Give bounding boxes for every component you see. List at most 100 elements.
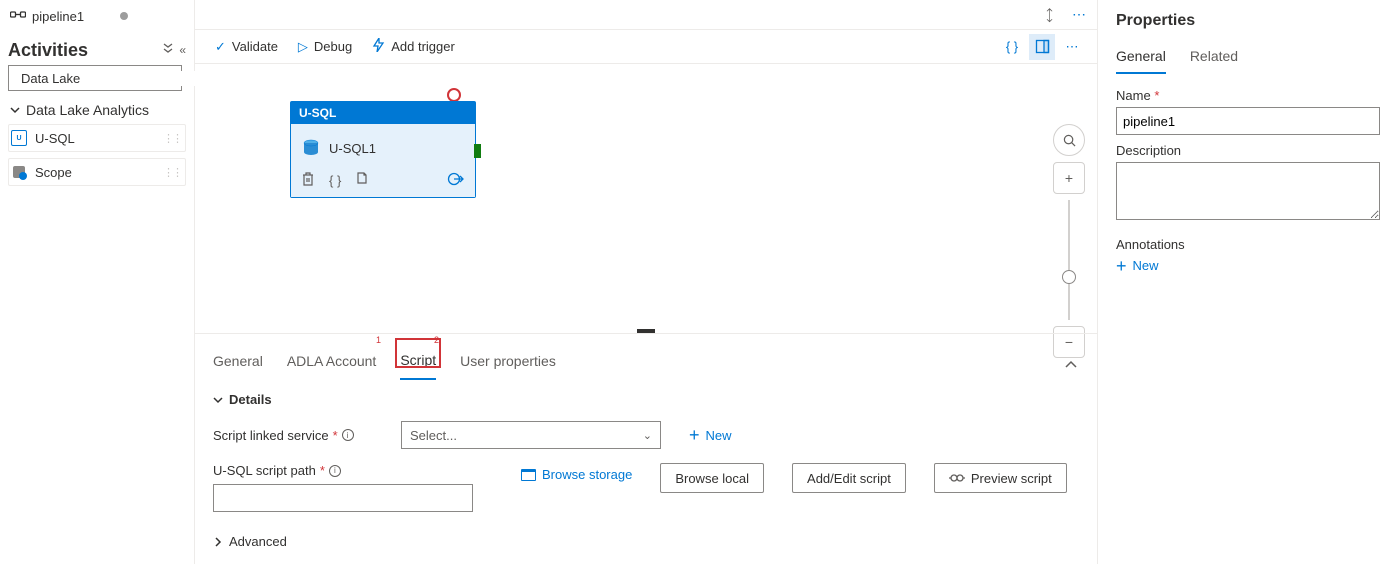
activities-sidebar: pipeline1 Activities « Data Lake Analyti… — [0, 0, 195, 564]
plus-icon: + — [689, 429, 700, 441]
callout-2: 2 — [434, 335, 439, 345]
activity-item-label: U-SQL — [35, 131, 75, 146]
pipeline-description-input[interactable] — [1116, 162, 1380, 220]
scope-icon — [11, 164, 27, 180]
zoom-slider-handle[interactable] — [1062, 270, 1076, 284]
preview-icon — [949, 471, 965, 486]
pipeline-canvas[interactable]: U-SQL U-SQL1 { } — [195, 64, 1097, 329]
pipeline-icon — [10, 8, 26, 24]
activity-node-usql[interactable]: U-SQL U-SQL1 { } — [290, 101, 476, 198]
code-icon[interactable]: { } — [329, 173, 341, 188]
activity-type-label: U-SQL — [291, 102, 475, 124]
category-data-lake-analytics[interactable]: Data Lake Analytics — [8, 99, 186, 124]
tab-title: pipeline1 — [32, 9, 84, 24]
collapse-bottom-icon[interactable] — [1065, 355, 1079, 371]
more-icon[interactable]: ⋯ — [1067, 3, 1091, 27]
preview-script-button[interactable]: Preview script — [934, 463, 1067, 493]
search-input[interactable] — [21, 71, 197, 86]
chevron-down-icon — [213, 395, 223, 405]
new-annotation-label: New — [1133, 258, 1159, 273]
pipeline-toolbar: ✓ Validate ▷ Debug Add trigger { } ⋯ — [195, 30, 1097, 64]
activity-name-label: U-SQL1 — [329, 141, 376, 156]
tab-general[interactable]: General — [213, 347, 263, 379]
properties-title: Properties — [1116, 12, 1380, 30]
advanced-label: Advanced — [229, 534, 287, 549]
drag-grip-icon: ⋮⋮ — [163, 132, 181, 145]
play-icon: ▷ — [298, 39, 308, 55]
preview-label: Preview script — [971, 471, 1052, 486]
plus-icon: + — [1116, 260, 1127, 272]
details-label: Details — [229, 392, 272, 407]
browse-storage-button[interactable]: Browse storage — [521, 467, 632, 482]
category-label: Data Lake Analytics — [26, 102, 149, 118]
activity-item-scope[interactable]: Scope ⋮⋮ — [8, 158, 186, 186]
add-trigger-label: Add trigger — [391, 39, 455, 54]
expand-all-icon[interactable] — [163, 43, 173, 58]
zoom-control: + − — [1053, 124, 1085, 358]
select-placeholder: Select... — [410, 428, 457, 443]
fullscreen-icon[interactable]: ⤢ — [1032, 0, 1066, 31]
usql-icon: U — [11, 130, 27, 146]
code-view-button[interactable]: { } — [999, 34, 1025, 60]
debug-label: Debug — [314, 39, 352, 54]
chevron-down-icon: ⌄ — [643, 429, 652, 442]
chevron-right-icon — [213, 537, 223, 547]
activity-status-icon — [447, 88, 461, 102]
tab-user-properties[interactable]: User properties — [460, 347, 556, 379]
linked-service-select[interactable]: Select... ⌄ — [401, 421, 661, 449]
properties-panel: Properties General Related Name * Descri… — [1098, 0, 1398, 564]
properties-toggle-button[interactable] — [1029, 34, 1055, 60]
window-top-strip: ⤢ ⋯ — [195, 0, 1097, 30]
description-field-label: Description — [1116, 143, 1380, 158]
search-input-wrap[interactable] — [8, 65, 182, 91]
new-linked-service-button[interactable]: + New — [689, 428, 732, 443]
script-path-label: U-SQL script path — [213, 463, 316, 478]
add-trigger-button[interactable]: Add trigger — [364, 34, 463, 59]
tab-script[interactable]: Script — [400, 346, 436, 380]
check-icon: ✓ — [215, 39, 226, 55]
properties-tab-related[interactable]: Related — [1190, 44, 1238, 74]
fit-zoom-button[interactable] — [1053, 124, 1085, 156]
output-port[interactable] — [474, 144, 481, 158]
script-path-input[interactable] — [213, 484, 473, 512]
callout-1: 1 — [376, 335, 381, 345]
folder-icon — [521, 469, 536, 481]
validate-button[interactable]: ✓ Validate — [207, 35, 286, 59]
zoom-in-button[interactable]: + — [1053, 162, 1085, 194]
add-edit-label: Add/Edit script — [807, 471, 891, 486]
database-icon — [301, 138, 321, 158]
collapse-panel-icon[interactable]: « — [179, 43, 186, 58]
debug-button[interactable]: ▷ Debug — [290, 35, 360, 59]
tab-adla-account[interactable]: ADLA Account — [287, 347, 377, 379]
name-field-label: Name * — [1116, 88, 1380, 103]
new-label: New — [706, 428, 732, 443]
add-edit-script-button[interactable]: Add/Edit script — [792, 463, 906, 493]
annotations-label: Annotations — [1116, 237, 1380, 252]
section-advanced[interactable]: Advanced — [213, 534, 1079, 549]
drag-grip-icon: ⋮⋮ — [163, 166, 181, 179]
activity-item-label: Scope — [35, 165, 72, 180]
section-details[interactable]: Details — [213, 392, 1079, 407]
copy-icon[interactable] — [355, 172, 369, 189]
browse-storage-label: Browse storage — [542, 467, 632, 482]
unsaved-dot-icon — [120, 12, 128, 20]
validate-label: Validate — [232, 39, 278, 54]
bottom-panel: 1 2 General ADLA Account Script User pro… — [195, 333, 1097, 549]
info-icon[interactable]: i — [329, 465, 341, 477]
activity-item-usql[interactable]: U U-SQL ⋮⋮ — [8, 124, 186, 152]
required-marker: * — [333, 428, 338, 443]
properties-tab-general[interactable]: General — [1116, 44, 1166, 74]
run-output-icon[interactable] — [447, 172, 465, 189]
zoom-slider[interactable] — [1068, 200, 1070, 320]
activities-title: Activities — [8, 40, 88, 61]
open-tab[interactable]: pipeline1 — [8, 6, 186, 30]
delete-icon[interactable] — [301, 172, 315, 189]
browse-local-button[interactable]: Browse local — [660, 463, 764, 493]
add-annotation-button[interactable]: + New — [1116, 258, 1380, 273]
toolbar-more-button[interactable]: ⋯ — [1059, 34, 1085, 60]
required-marker: * — [320, 463, 325, 478]
bolt-icon — [372, 38, 385, 55]
pipeline-name-input[interactable] — [1116, 107, 1380, 135]
info-icon[interactable]: i — [342, 429, 354, 441]
browse-local-label: Browse local — [675, 471, 749, 486]
